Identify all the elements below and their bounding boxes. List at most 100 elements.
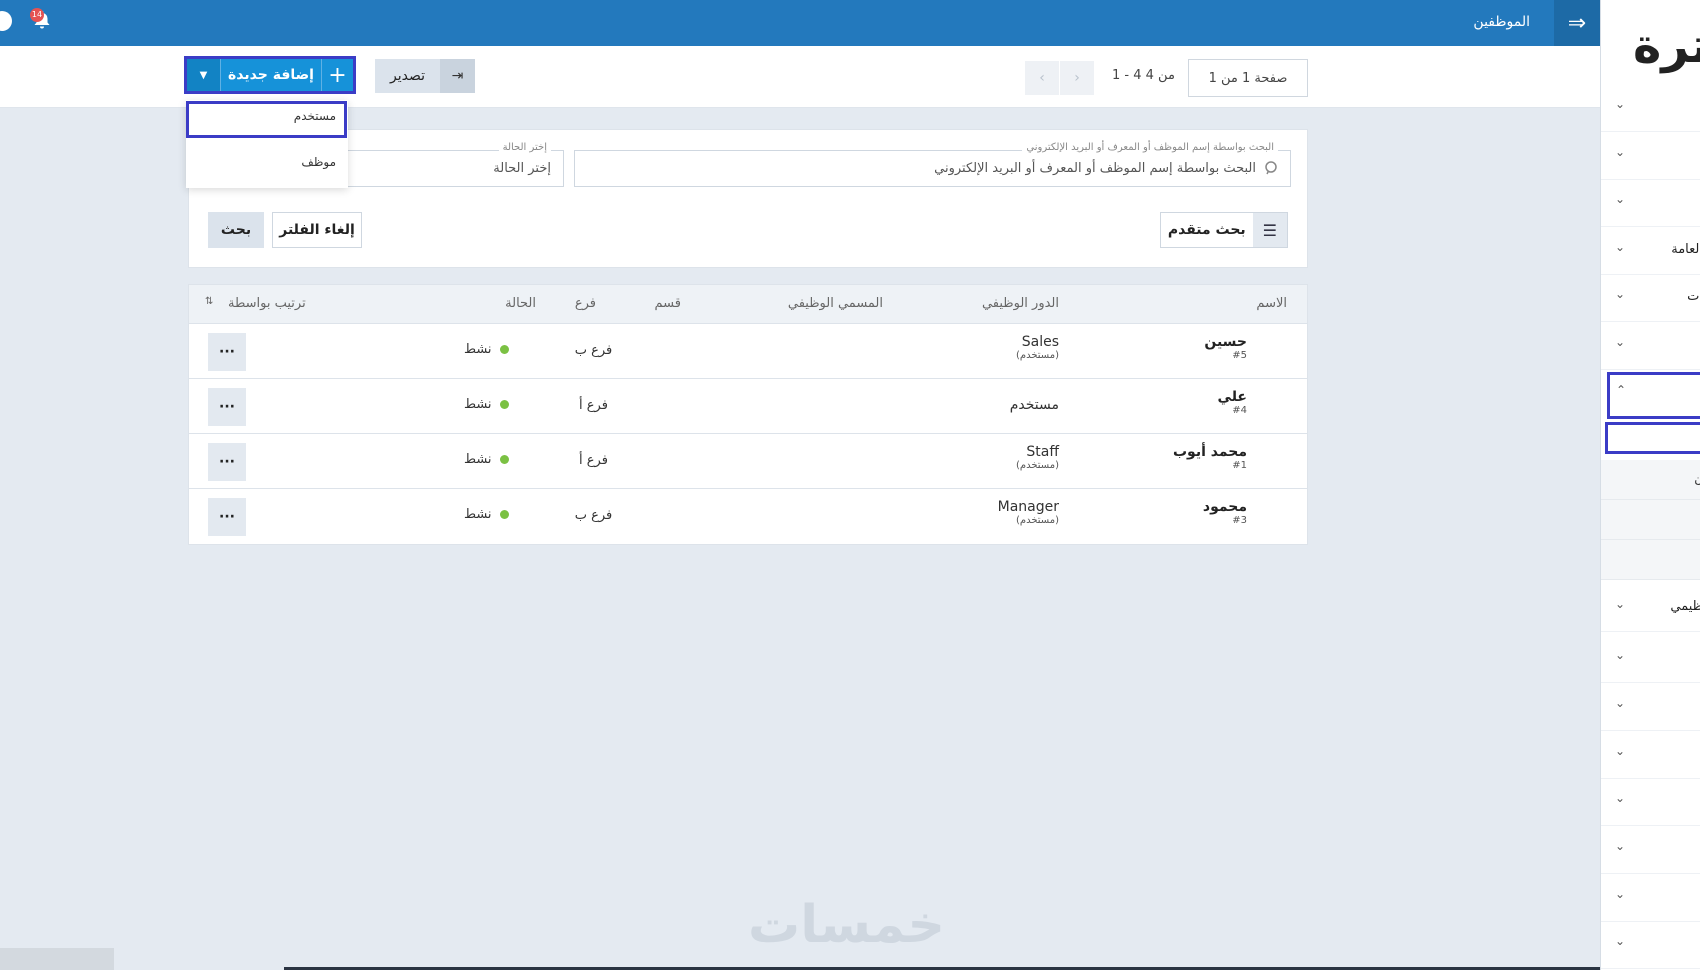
sort-by-label[interactable]: ترتيب بواسطة xyxy=(228,296,306,311)
employee-status: نشط xyxy=(464,452,509,467)
sort-icon[interactable]: ⇅ xyxy=(205,296,213,307)
chevron-down-icon: ⌄ xyxy=(1615,696,1626,710)
advanced-search-label: بحث متقدم xyxy=(1167,222,1246,238)
col-name: الاسم xyxy=(1256,296,1287,311)
sidebar-item[interactable]: ⌄ ظيمي xyxy=(1601,585,1700,632)
employee-branch: فرع أ xyxy=(579,398,608,413)
search-field[interactable]: البحث بواسطة إسم الموظف أو المعرف أو الب… xyxy=(574,142,1291,187)
sidebar-item[interactable]: ⌄ ات xyxy=(1601,275,1700,322)
employee-id: #5 xyxy=(1232,350,1247,361)
employee-branch: فرع ب xyxy=(574,343,613,358)
toolbar: ▼ إضافة جديدة + تصدير ⇥ ‹ › 1 - 4 من 4 ص… xyxy=(0,46,1600,108)
employee-status: نشط xyxy=(464,397,509,412)
clear-filter-button[interactable]: إلغاء الفلتر xyxy=(272,212,362,248)
table-row[interactable]: حسين #5 Sales (مستخدم) فرع ب نشط ··· xyxy=(189,324,1307,379)
watermark-logo: خمسات xyxy=(748,895,946,955)
sidebar-toggle-button[interactable]: ⇒ xyxy=(1554,0,1600,46)
status-dot-icon xyxy=(499,455,509,464)
pager-range: 1 - 4 من 4 xyxy=(1112,68,1175,83)
sidebar-subitem[interactable] xyxy=(1601,540,1700,580)
employee-role: Staff xyxy=(1026,444,1059,460)
status-dot-icon xyxy=(499,345,509,354)
add-new-button[interactable]: إضافة جديدة xyxy=(221,59,321,91)
sidebar-item[interactable]: ⌄ xyxy=(1601,732,1700,779)
employee-name[interactable]: علي xyxy=(1218,389,1247,405)
search-legend: البحث بواسطة إسم الموظف أو المعرف أو الب… xyxy=(1022,142,1278,153)
sidebar-item[interactable]: ⌄ xyxy=(1601,180,1700,227)
top-bar: ⇒ الموظفين 14 xyxy=(0,0,1600,46)
employee-id: #1 xyxy=(1232,460,1247,471)
employee-role-type: (مستخدم) xyxy=(1015,350,1059,361)
page-indicator[interactable]: صفحة 1 من 1 xyxy=(1188,59,1308,97)
export-button[interactable]: تصدير ⇥ xyxy=(375,59,475,93)
col-department: قسم xyxy=(654,296,681,311)
export-icon: ⇥ xyxy=(440,59,475,93)
chevron-up-icon: ⌃ xyxy=(1616,383,1627,397)
add-new-dropdown-toggle[interactable]: ▼ xyxy=(187,59,221,91)
sidebar-item[interactable]: ⌄ xyxy=(1601,636,1700,683)
menu-item-highlight xyxy=(186,101,347,138)
employee-status: نشط xyxy=(464,507,509,522)
plus-icon: + xyxy=(328,62,347,88)
pager-prev-button[interactable]: ‹ xyxy=(1025,61,1059,95)
status-legend: إختر الحالة xyxy=(498,142,551,153)
pager-next-button[interactable]: › xyxy=(1060,61,1094,95)
employee-name[interactable]: حسين xyxy=(1204,334,1247,350)
chevron-down-icon: ⌄ xyxy=(1615,934,1626,948)
col-branch: فرع xyxy=(574,296,596,311)
sidebar-item[interactable]: ⌄ xyxy=(1601,323,1700,370)
employee-name[interactable]: محمد أيوب xyxy=(1173,444,1247,460)
sidebar-subitem[interactable] xyxy=(1601,500,1700,540)
employee-name[interactable]: محمود xyxy=(1203,499,1247,515)
sidebar-item[interactable]: ⌄ xyxy=(1601,779,1700,826)
sidebar-subitem[interactable]: ن xyxy=(1601,460,1700,500)
avatar[interactable] xyxy=(0,11,12,31)
row-actions-button[interactable]: ··· xyxy=(208,443,246,481)
sidebar-item[interactable]: ⌄ xyxy=(1601,85,1700,132)
arrow-right-icon: ⇒ xyxy=(1567,10,1587,36)
sidebar-item-label: العامة xyxy=(1671,242,1700,257)
status-text: نشط xyxy=(464,507,492,522)
sidebar-subitem-active[interactable] xyxy=(1605,422,1700,454)
employee-branch: فرع ب xyxy=(574,508,613,523)
status-dot-icon xyxy=(499,510,509,519)
row-actions-button[interactable]: ··· xyxy=(208,498,246,536)
table-row[interactable]: محمد أيوب #1 Staff (مستخدم) فرع أ نشط ··· xyxy=(189,434,1307,489)
sidebar-item-employees[interactable]: ⌃ xyxy=(1607,372,1700,419)
table-header: الاسم الدور الوظيفي المسمي الوظيفي قسم ف… xyxy=(189,285,1307,324)
status-text: نشط xyxy=(464,397,492,412)
sidebar-item[interactable]: ⌄ العامة xyxy=(1601,228,1700,275)
sidebar-item[interactable]: ⌄ xyxy=(1601,875,1700,922)
employee-role: مستخدم xyxy=(1009,397,1059,413)
status-select[interactable]: إختر الحالة إختر الحالة xyxy=(311,142,564,187)
chevron-down-icon: ⌄ xyxy=(1615,145,1626,159)
sidebar-item[interactable]: ⌄ xyxy=(1601,684,1700,731)
chevron-down-icon: ⌄ xyxy=(1615,240,1626,254)
status-dot-icon xyxy=(499,400,509,409)
sidebar-item[interactable]: ⌄ xyxy=(1601,922,1700,969)
sidebar-item-label: ات xyxy=(1687,289,1700,304)
table-row[interactable]: علي #4 مستخدم فرع أ نشط ··· xyxy=(189,379,1307,434)
add-new-plus-button[interactable]: + xyxy=(321,59,353,91)
table-row[interactable]: محمود #3 Manager (مستخدم) فرع ب نشط ··· xyxy=(189,489,1307,544)
chevron-down-icon: ⌄ xyxy=(1615,335,1626,349)
employee-status: نشط xyxy=(464,342,509,357)
search-icon xyxy=(1264,160,1280,180)
search-button[interactable]: بحث xyxy=(208,212,264,248)
page-title: الموظفين xyxy=(1473,14,1530,30)
advanced-search-button[interactable]: بحث متقدم ☰ xyxy=(1160,212,1288,248)
search-input[interactable]: البحث بواسطة إسم الموظف أو المعرف أو الب… xyxy=(934,161,1256,176)
sidebar-item[interactable]: ⌄ xyxy=(1601,827,1700,874)
logo: ترة xyxy=(1633,18,1700,74)
sidebar-subitem-label: ن xyxy=(1694,472,1700,486)
status-text: نشط xyxy=(464,452,492,467)
col-status: الحالة xyxy=(505,296,536,311)
menu-item-employee[interactable]: موظف xyxy=(301,155,336,169)
employee-role-type: (مستخدم) xyxy=(1015,515,1059,526)
sidebar-item-label: ظيمي xyxy=(1670,599,1700,614)
add-new-button-group: ▼ إضافة جديدة + xyxy=(184,56,356,94)
sidebar-item[interactable]: ⌄ xyxy=(1601,133,1700,180)
row-actions-button[interactable]: ··· xyxy=(208,333,246,371)
employee-id: #4 xyxy=(1232,405,1247,416)
row-actions-button[interactable]: ··· xyxy=(208,388,246,426)
